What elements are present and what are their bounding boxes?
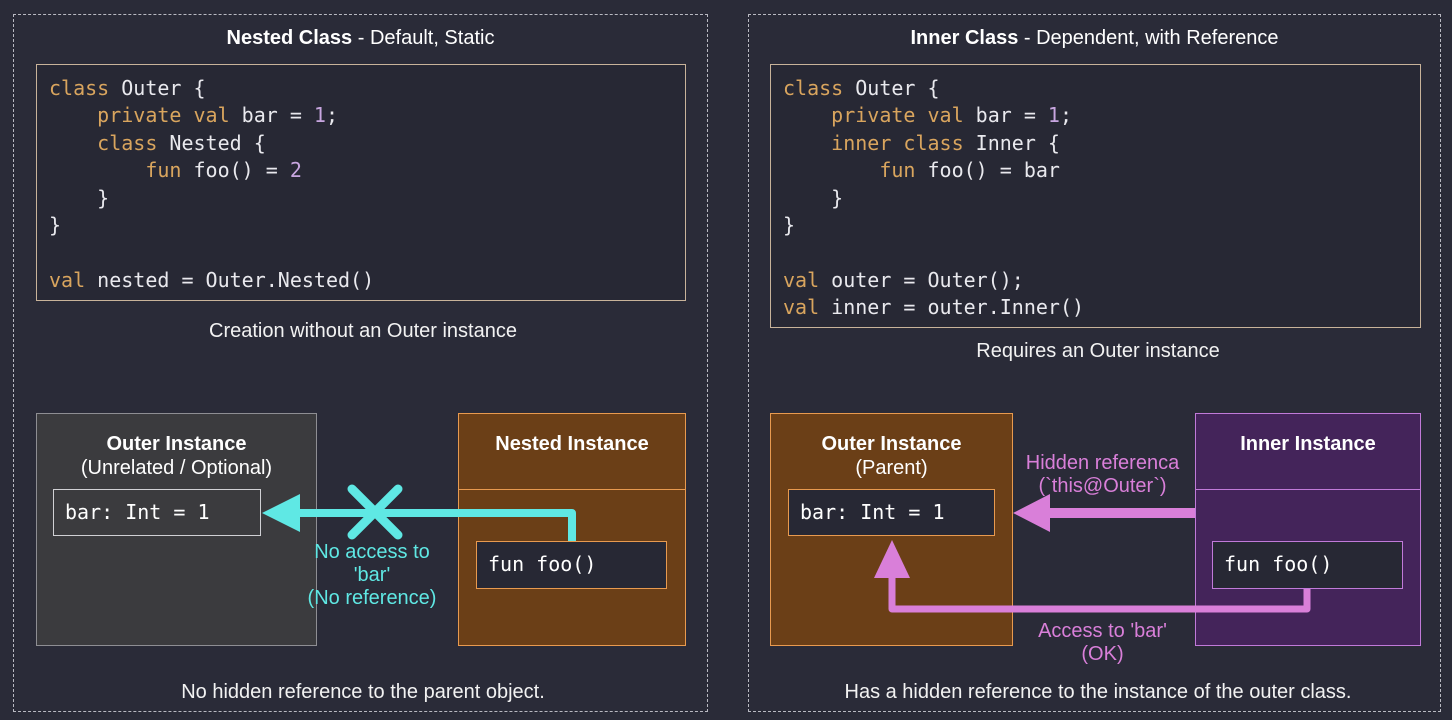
no-access-arrow-path [297, 509, 576, 541]
hidden-reference-arrowhead [1013, 494, 1050, 532]
access-bar-arrow-path [888, 575, 1311, 613]
no-access-arrowhead [262, 494, 300, 532]
arrows-layer [262, 484, 1311, 613]
access-bar-arrowhead [874, 540, 910, 578]
